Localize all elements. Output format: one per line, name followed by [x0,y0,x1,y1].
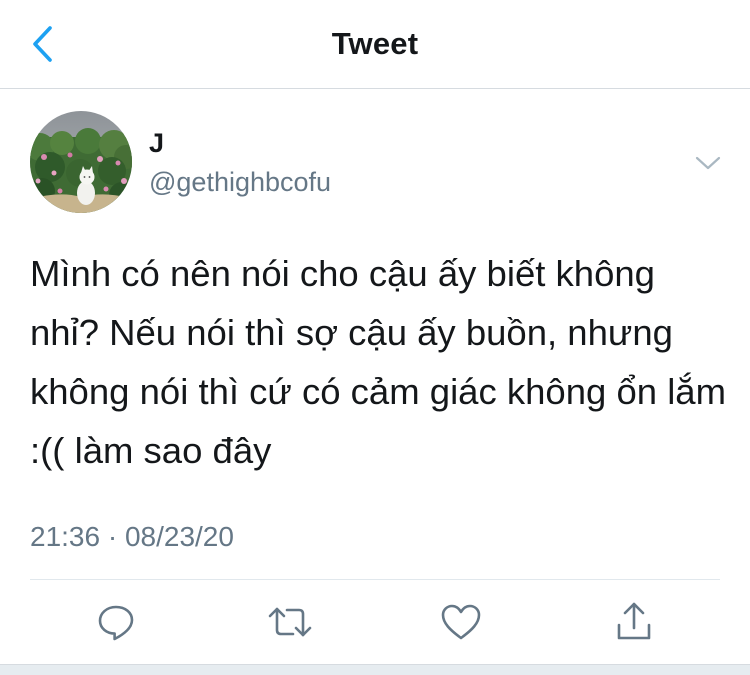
share-button[interactable] [610,598,658,646]
reply-button[interactable] [92,598,140,646]
tweet-timestamp[interactable]: 21:36 · 08/23/20 [30,521,234,553]
retweet-icon [268,607,312,637]
retweet-button[interactable] [266,598,314,646]
avatar-photo [30,111,132,213]
tweet-text: Mình có nên nói cho cậu ấy biết không nh… [30,253,727,471]
top-navigation-bar: Tweet [0,0,750,89]
share-icon [617,602,651,640]
chevron-down-icon [695,156,721,170]
page-title: Tweet [331,26,419,61]
avatar[interactable] [30,111,132,213]
bottom-separator [0,664,750,675]
like-button[interactable] [437,598,485,646]
more-options-button[interactable] [690,145,726,181]
display-name[interactable]: J [149,128,164,159]
speech-bubble-icon [98,605,134,641]
divider [30,579,720,580]
heart-icon [441,604,481,640]
user-handle[interactable]: @gethighbcofu [149,167,331,198]
